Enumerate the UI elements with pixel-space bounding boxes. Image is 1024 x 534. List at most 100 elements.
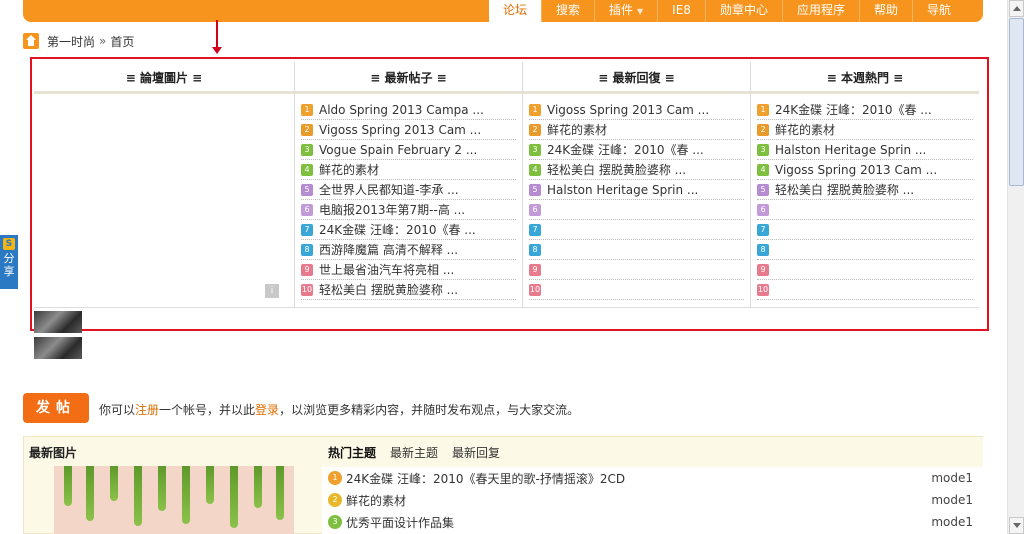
tab-hot-topics[interactable]: 热门主题 — [328, 444, 376, 461]
tab-latest-replies[interactable]: 最新回复 — [452, 444, 500, 461]
rank-badge-icon: 5 — [301, 183, 313, 196]
list-item: 7 — [529, 220, 744, 240]
nav-item-medal-center[interactable]: 勋章中心 — [704, 0, 782, 22]
rank-badge-icon: 8 — [757, 243, 769, 256]
rank-badge-icon: 4 — [757, 163, 769, 176]
rank-badge-icon: 6 — [529, 203, 541, 216]
rank-badge-icon: 1 — [757, 103, 769, 116]
nav-item-apps[interactable]: 应用程序 — [781, 0, 859, 22]
vine-decoration — [86, 466, 94, 521]
nav-label: 应用程序 — [796, 3, 845, 17]
topic-author[interactable]: mode1 — [923, 471, 983, 485]
nav-item-search[interactable]: 搜索 — [540, 0, 594, 22]
list-item[interactable]: 4 鲜花的素材 — [301, 160, 516, 180]
list-item: 7 — [757, 220, 973, 240]
list-item[interactable]: 4 轻松美白 摆脱黄脸婆称 ... — [529, 160, 744, 180]
nav-label: IE8 — [672, 3, 691, 17]
rank-badge-icon: 2 — [757, 123, 769, 136]
scrollbar-thumb[interactable] — [1009, 18, 1024, 186]
scroll-up-icon[interactable] — [1009, 0, 1024, 17]
list-item[interactable]: 2 鲜花的素材 — [757, 120, 973, 140]
nav-label: 帮助 — [873, 3, 898, 17]
topic-row[interactable]: 3 优秀平面设计作品集 mode1 — [322, 511, 983, 533]
list-item-title: 世上最省油汽车将亮相 ... — [319, 263, 455, 277]
column-forum-images: ≡ 論壇圖片 ≡ i — [34, 62, 294, 308]
list-item-title: 24K金碟 汪峰：2010《春 ... — [319, 223, 476, 237]
rank-badge-icon: 3 — [301, 143, 313, 156]
topic-author[interactable]: mode1 — [923, 493, 983, 507]
list-item[interactable]: 10 轻松美白 摆脱黄脸婆称 ... — [301, 280, 516, 300]
rank-badge-icon: 9 — [529, 263, 541, 276]
top-nav-bar: 论坛 搜索 插件 ▼ IE8 勋章中心 应用程序 帮助 导航 — [23, 0, 983, 23]
rank-badge-icon: 5 — [757, 183, 769, 196]
rank-badge-icon: 6 — [301, 203, 313, 216]
rank-badge-icon: 10 — [301, 283, 313, 296]
rank-badge-icon: 9 — [301, 263, 313, 276]
list-item[interactable]: 3 Halston Heritage Sprin ... — [757, 140, 973, 160]
list-item[interactable]: 3 24K金碟 汪峰：2010《春 ... — [529, 140, 744, 160]
info-button[interactable]: i — [265, 284, 279, 298]
scroll-down-icon[interactable] — [1009, 517, 1024, 534]
list-item[interactable]: 5 轻松美白 摆脱黄脸婆称 ... — [757, 180, 973, 200]
login-link[interactable]: 登录 — [255, 403, 279, 417]
vine-decoration — [276, 466, 284, 520]
topic-row[interactable]: 1 24K金碟 汪峰：2010《春天里的歌-抒情摇滚》2CD mode1 — [322, 467, 983, 489]
list-item[interactable]: 1 Vigoss Spring 2013 Cam ... — [529, 100, 744, 120]
list-item[interactable]: 1 Aldo Spring 2013 Campa ... — [301, 100, 516, 120]
nav-item-forum[interactable]: 论坛 — [488, 0, 541, 23]
rank-badge-icon: 1 — [328, 471, 342, 485]
register-link[interactable]: 注册 — [135, 403, 159, 417]
new-post-button[interactable]: 发帖 — [23, 393, 89, 423]
list-item[interactable]: 2 Vigoss Spring 2013 Cam ... — [301, 120, 516, 140]
nav-label: 论坛 — [502, 3, 527, 17]
vertical-scrollbar[interactable] — [1007, 0, 1024, 534]
list-item[interactable]: 7 24K金碟 汪峰：2010《春 ... — [301, 220, 516, 240]
list-item[interactable]: 5 全世界人民都知道-李承 ... — [301, 180, 516, 200]
nav-item-plugins[interactable]: 插件 ▼ — [594, 0, 657, 22]
vine-decoration — [158, 466, 166, 511]
thumbnail-image[interactable] — [34, 311, 82, 333]
rank-badge-icon: 1 — [529, 103, 541, 116]
nav-items: 论坛 搜索 插件 ▼ IE8 勋章中心 应用程序 帮助 导航 — [488, 0, 965, 23]
topic-author[interactable]: mode1 — [923, 515, 983, 529]
nav-label: 勋章中心 — [719, 3, 768, 17]
topic-row[interactable]: 2 鲜花的素材 mode1 — [322, 489, 983, 511]
list-item: 10 — [529, 280, 744, 300]
vine-decoration — [64, 466, 72, 506]
nav-item-navigation[interactable]: 导航 — [911, 0, 965, 22]
vine-decoration — [230, 466, 238, 528]
vine-decoration — [206, 466, 214, 504]
thumbnail-image[interactable] — [34, 337, 82, 359]
topic-tabs: 热门主题 最新主题 最新回复 — [322, 437, 983, 467]
list-item[interactable]: 8 西游降魔篇 高清不解释 ... — [301, 240, 516, 260]
list-item[interactable]: 9 世上最省油汽车将亮相 ... — [301, 260, 516, 280]
latest-images-title: 最新图片 — [29, 446, 78, 460]
rank-badge-icon: 8 — [529, 243, 541, 256]
share-tab[interactable]: S 分 享 — [0, 235, 18, 289]
nav-item-ie8[interactable]: IE8 — [657, 0, 705, 22]
list-item[interactable]: 6 电脑报2013年第7期--高 ... — [301, 200, 516, 220]
tab-latest-topics[interactable]: 最新主题 — [390, 444, 438, 461]
nav-label: 搜索 — [555, 3, 580, 17]
list-item-title: 24K金碟 汪峰：2010《春 ... — [775, 103, 932, 117]
post-list: 1 Aldo Spring 2013 Campa ... 2 Vigoss Sprin… — [295, 94, 522, 300]
rank-badge-icon: 2 — [529, 123, 541, 136]
home-icon[interactable] — [23, 33, 39, 49]
list-item[interactable]: 1 24K金碟 汪峰：2010《春 ... — [757, 100, 973, 120]
reply-list: 1 Vigoss Spring 2013 Cam ... 2 鲜花的素材 3 24K金碟 … — [523, 94, 750, 300]
list-item-title: 全世界人民都知道-李承 ... — [319, 183, 459, 197]
breadcrumb-site[interactable]: 第一时尚 — [47, 33, 95, 50]
nav-label: 导航 — [926, 3, 951, 17]
latest-image[interactable] — [54, 466, 294, 534]
list-item[interactable]: 2 鲜花的素材 — [529, 120, 744, 140]
list-item: 10 — [757, 280, 973, 300]
list-item[interactable]: 3 Vogue Spain February 2 ... — [301, 140, 516, 160]
vine-decoration — [182, 466, 190, 524]
bottom-panel: 最新图片 热门主题 最新主题 最新回复 1 24K金碟 汪峰：2010《春天里的歌… — [23, 436, 983, 534]
list-item[interactable]: 5 Halston Heritage Sprin ... — [529, 180, 744, 200]
list-item[interactable]: 4 Vigoss Spring 2013 Cam ... — [757, 160, 973, 180]
list-item-title: Vigoss Spring 2013 Cam ... — [775, 162, 938, 177]
nav-item-help[interactable]: 帮助 — [858, 0, 912, 22]
list-item-title: 电脑报2013年第7期--高 ... — [319, 203, 466, 217]
notice-text: 一个帐号，并以此 — [159, 403, 256, 417]
